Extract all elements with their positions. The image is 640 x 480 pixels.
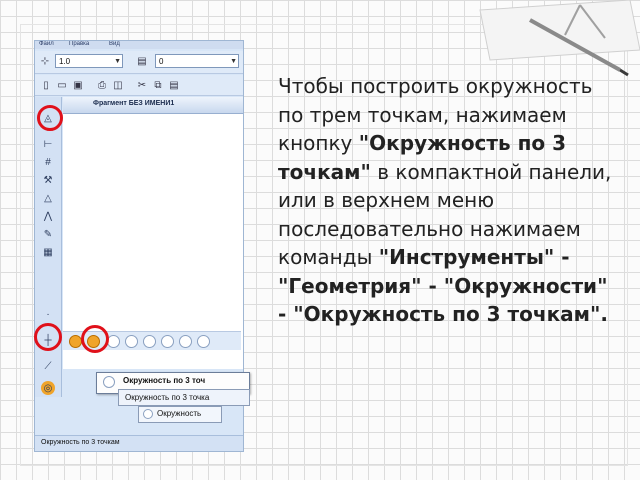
- tooltip-short: Окружность: [138, 406, 222, 423]
- dimensions-icon[interactable]: ⊢: [41, 137, 55, 151]
- circle-2-curves-icon[interactable]: [179, 335, 192, 348]
- open-icon[interactable]: ▭: [55, 78, 69, 92]
- point-icon[interactable]: ·: [41, 307, 55, 321]
- compact-panel-left: ◬ ⊢ # ⚒ △ ⋀ ✎ ▦ · ┼ ⟋ ◎: [35, 97, 62, 397]
- copy-icon[interactable]: ⧉: [151, 78, 165, 92]
- layers-icon[interactable]: ▤: [135, 54, 149, 68]
- status-text: Окружность по 3 точкам: [41, 439, 120, 446]
- snap-icon[interactable]: ⊹: [38, 54, 52, 68]
- menu-edit[interactable]: Правка: [69, 41, 89, 47]
- preview-icon[interactable]: ◫: [111, 78, 125, 92]
- new-icon[interactable]: ▯: [39, 78, 53, 92]
- popup-item-1: Окружность по 3 точ: [123, 376, 206, 385]
- cut-icon[interactable]: ✂: [135, 78, 149, 92]
- chevron-down-icon: ▼: [230, 58, 237, 65]
- line-style-combo[interactable]: 1.0 ▼: [55, 54, 123, 68]
- popup-item-2: Окружность по 3 точка: [125, 393, 210, 402]
- save-icon[interactable]: ▣: [71, 78, 85, 92]
- highlight-circle-button: [34, 323, 62, 351]
- menu-view[interactable]: Вид: [109, 41, 120, 47]
- status-bar: Окружность по 3 точкам: [35, 435, 243, 451]
- print-icon[interactable]: ⎙: [95, 78, 109, 92]
- line-style-value: 1.0: [59, 57, 71, 66]
- grid-icon[interactable]: #: [41, 155, 55, 169]
- layer-value: 0: [159, 57, 164, 66]
- menu-file[interactable]: Файл: [39, 41, 54, 47]
- highlight-geometry-button: [37, 105, 63, 131]
- document-title: Фрагмент БЕЗ ИМЕНИ1: [93, 100, 175, 107]
- tooltip-popup: Окружность по 3 точка: [118, 389, 250, 406]
- instruction-text: Чтобы построить окружность по трем точка…: [278, 72, 618, 329]
- highlight-3-points-button: [81, 325, 109, 353]
- document-tab[interactable]: Фрагмент БЕЗ ИМЕНИ1: [63, 97, 243, 114]
- circle-3-curves-icon[interactable]: [197, 335, 210, 348]
- measure-icon[interactable]: ✎: [41, 227, 55, 241]
- segment-icon[interactable]: ⟋: [41, 359, 55, 373]
- chevron-down-icon: ▼: [114, 58, 121, 65]
- circle-3-points-icon: [103, 376, 115, 388]
- properties-toolbar: ⊹ 1.0 ▼ ▤ 0 ▼: [35, 51, 243, 74]
- standard-toolbar: ▯ ▭ ▣ ⎙ ◫ ✂ ⧉ ▤: [35, 75, 243, 96]
- circle-2-points-icon[interactable]: [125, 335, 138, 348]
- circle-tangent-2-icon[interactable]: [143, 335, 156, 348]
- select-icon[interactable]: ▦: [41, 245, 55, 259]
- popup-item-3: Окружность: [157, 409, 202, 418]
- pencil-compass-decoration: [479, 0, 640, 77]
- params-icon[interactable]: ⋀: [41, 209, 55, 223]
- circle-icon: [143, 409, 153, 419]
- menu-bar: Файл Правка Вид: [35, 41, 243, 49]
- layer-combo[interactable]: 0 ▼: [155, 54, 239, 68]
- symbols-icon[interactable]: ⚒: [41, 173, 55, 187]
- paste-icon[interactable]: ▤: [167, 78, 181, 92]
- edit-icon[interactable]: △: [41, 191, 55, 205]
- circle-tangent-3-icon[interactable]: [161, 335, 174, 348]
- circle-icon[interactable]: ◎: [41, 381, 55, 395]
